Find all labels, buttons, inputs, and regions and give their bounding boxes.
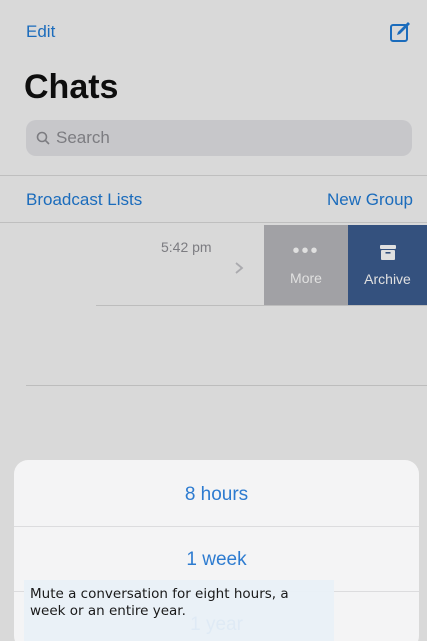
chats-screen: Edit Chats Broadcast Lists New Group 5:4… bbox=[0, 0, 427, 641]
mute-8-hours-option[interactable]: 8 hours bbox=[14, 462, 419, 528]
caption-box: Mute a conversation for eight hours, a w… bbox=[24, 580, 334, 641]
